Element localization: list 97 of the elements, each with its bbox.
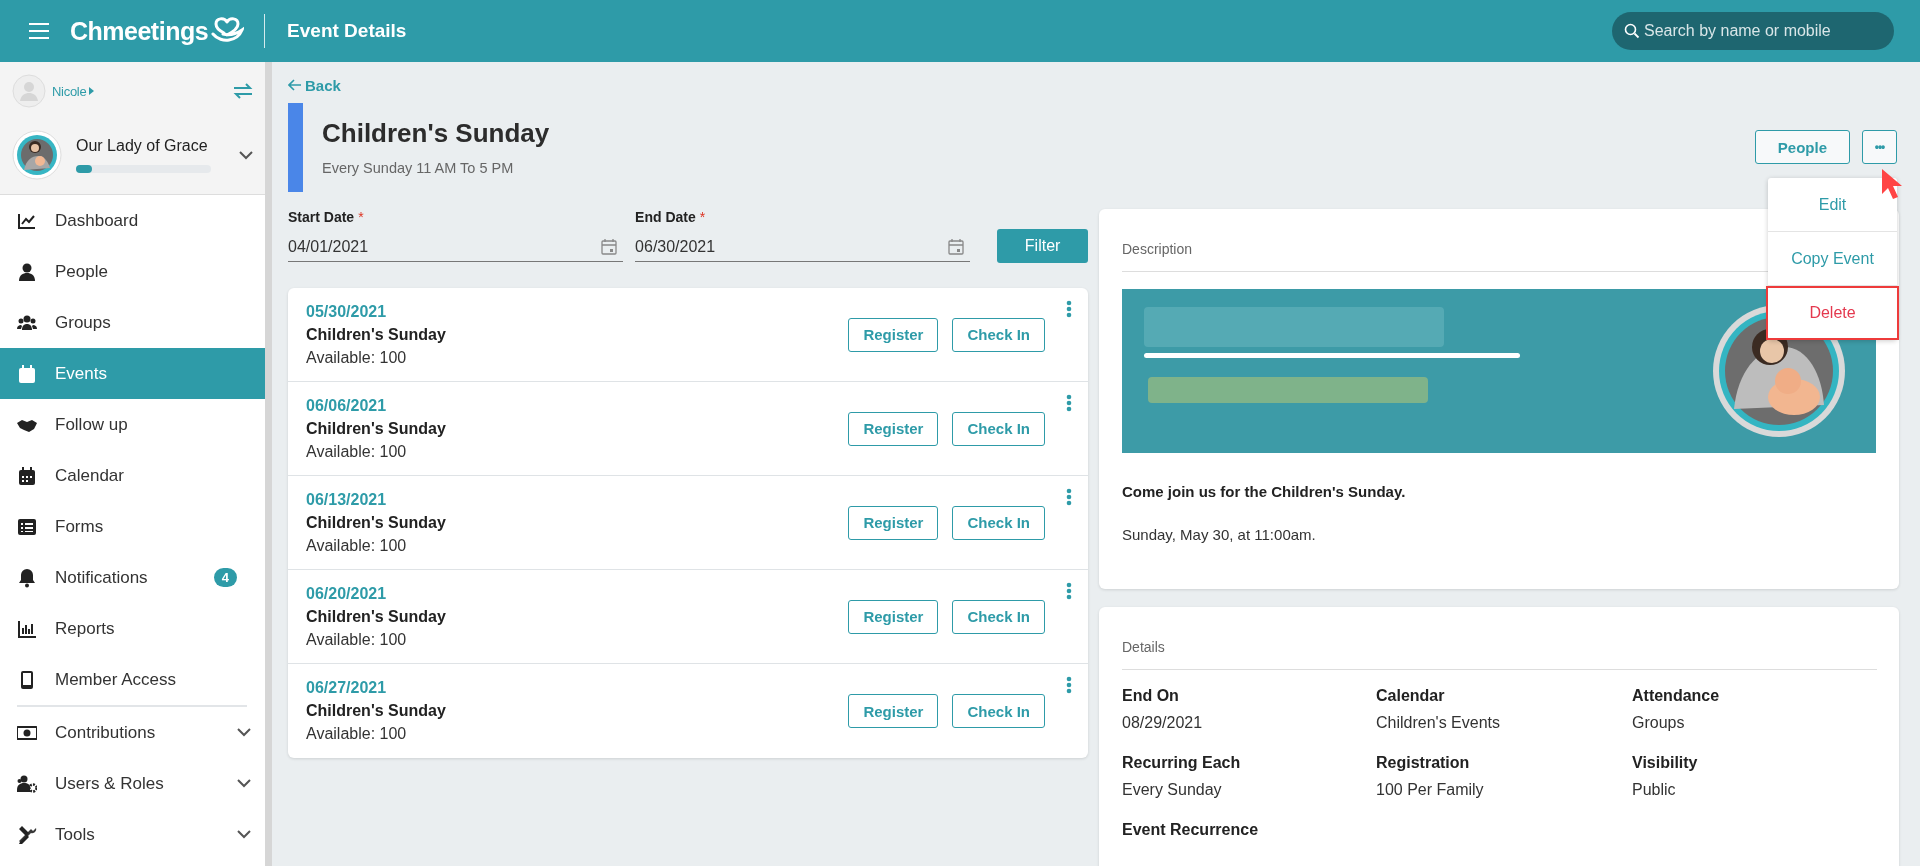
event-date-link[interactable]: 06/20/2021 — [306, 584, 835, 603]
app-logo-text: Chmeetings — [70, 16, 209, 46]
action-button[interactable]: Check In — [952, 599, 1045, 634]
required-mark: * — [358, 209, 364, 225]
date-field[interactable]: 06/30/2021 — [635, 232, 971, 262]
action-button[interactable]: Register — [848, 694, 939, 728]
detail-label: End On — [1122, 687, 1180, 705]
action-button[interactable]: Check In — [952, 505, 1045, 540]
sidebar-item[interactable]: Calendar — [0, 450, 265, 501]
event-name: Children's Sunday — [306, 513, 447, 532]
chevron-icon[interactable] — [239, 150, 253, 160]
sidebar-item[interactable]: Forms — [0, 501, 265, 552]
sidebar-item[interactable]: Groups — [0, 297, 265, 348]
action-button[interactable]: Check In — [952, 694, 1045, 728]
more-options-icon[interactable] — [1066, 488, 1072, 506]
event-date-link[interactable]: 05/30/2021 — [306, 302, 835, 321]
detail-value: 100 Per Family — [1376, 781, 1485, 799]
detail-label: Registration — [1376, 754, 1471, 772]
event-date-link[interactable]: 06/13/2021 — [306, 490, 835, 509]
more-options-icon[interactable] — [1066, 582, 1072, 600]
cursor-icon — [1880, 168, 1904, 200]
detail-value: 08/29/2021 — [1122, 714, 1204, 732]
required-mark: * — [699, 209, 706, 225]
event-name: Children's Sunday — [306, 325, 447, 344]
detail-label: Attendance — [1632, 687, 1721, 705]
detail-label: Visibility — [1632, 754, 1699, 772]
filter-button[interactable]: Filter — [997, 229, 1088, 263]
more-options-icon[interactable] — [1066, 300, 1072, 318]
calendar-icon[interactable] — [948, 239, 965, 255]
nav-icon — [17, 516, 37, 537]
sidebar-item[interactable]: Follow up — [0, 399, 265, 450]
menu-icon[interactable] — [28, 22, 50, 40]
sidebar-item[interactable]: Tools — [0, 809, 265, 860]
nav-icon — [17, 618, 37, 639]
event-date-link[interactable]: 06/27/2021 — [306, 679, 835, 697]
availability-text: Available: 100 — [306, 442, 408, 461]
action-button[interactable]: Register — [848, 411, 939, 446]
sidebar-item[interactable]: Notifications 4 — [0, 552, 265, 603]
detail-value: Groups — [1632, 714, 1686, 732]
action-button[interactable]: Register — [848, 599, 939, 634]
event-date-link[interactable]: 06/06/2021 — [306, 396, 835, 415]
event-schedule: Every Sunday 11 AM To 5 PM — [322, 160, 514, 176]
sidebar-item[interactable]: Events — [0, 348, 265, 399]
detail-value: Children's Events — [1376, 714, 1501, 732]
nav-icon — [17, 465, 37, 486]
detail-label: Recurring Each — [1122, 754, 1242, 772]
people-button[interactable]: People — [1754, 130, 1850, 164]
sidebar-item[interactable]: Member Access — [0, 654, 265, 705]
more-options-icon[interactable] — [1066, 394, 1072, 412]
sidebar-item[interactable]: Reports — [0, 603, 265, 654]
detail-value: Every Sunday — [1122, 781, 1223, 799]
description-text: Sunday, May 30, at 11:00am. — [1122, 526, 1317, 543]
availability-text: Available: 100 — [306, 536, 408, 555]
organization-name: Our Lady of Grace — [76, 137, 209, 155]
action-button[interactable]: Register — [848, 317, 939, 352]
nav-icon — [17, 261, 37, 282]
nav-icon — [17, 824, 37, 845]
availability-text: Available: 100 — [306, 348, 408, 367]
calendar-icon[interactable] — [601, 239, 618, 255]
page-title: Event Details — [287, 20, 407, 42]
date-field[interactable]: 04/01/2021 — [288, 232, 624, 262]
availability-text: Available: 100 — [306, 725, 408, 743]
avatar-icon — [12, 74, 46, 108]
nav-icon — [17, 567, 37, 588]
event-title: Children's Sunday — [322, 118, 551, 149]
search-field[interactable]: Search by name or mobile — [1612, 12, 1894, 50]
sidebar-item[interactable]: Contributions — [0, 707, 265, 758]
action-button[interactable]: Check In — [952, 411, 1045, 446]
action-button[interactable]: Check In — [952, 317, 1045, 352]
more-button[interactable]: ••• — [1862, 130, 1897, 164]
switch-icon[interactable] — [233, 83, 253, 99]
more-options-icon[interactable] — [1066, 676, 1072, 694]
field-label: Start Date — [288, 209, 355, 225]
sidebar-item[interactable]: Dashboard — [0, 195, 265, 246]
event-name: Children's Sunday — [306, 702, 447, 720]
action-button[interactable]: Register — [848, 505, 939, 540]
nav-icon — [17, 773, 37, 794]
back-link[interactable]: Back — [288, 74, 341, 96]
sidebar-item[interactable]: People — [0, 246, 265, 297]
availability-text: Available: 100 — [306, 630, 408, 649]
count-badge: 4 — [213, 568, 237, 587]
event-name: Children's Sunday — [306, 607, 447, 626]
sidebar-item[interactable]: Users & Roles — [0, 758, 265, 809]
nav-icon — [17, 363, 37, 384]
detail-value: Public — [1632, 781, 1677, 799]
menu-item[interactable]: Copy Event — [1768, 232, 1897, 286]
arrow-left-icon — [288, 79, 302, 91]
user-link[interactable]: Nicole — [52, 83, 233, 99]
card-title: Details — [1122, 629, 1877, 670]
search-icon — [1624, 23, 1640, 39]
detail-label: Event Recurrence — [1122, 821, 1260, 839]
detail-label: Calendar — [1376, 687, 1446, 705]
caret-icon — [89, 87, 95, 95]
field-label: End Date — [635, 209, 696, 225]
description-text: Come join us for the Children's Sunday. — [1122, 483, 1407, 500]
menu-item[interactable]: Delete — [1766, 286, 1899, 340]
event-name: Children's Sunday — [306, 419, 447, 438]
